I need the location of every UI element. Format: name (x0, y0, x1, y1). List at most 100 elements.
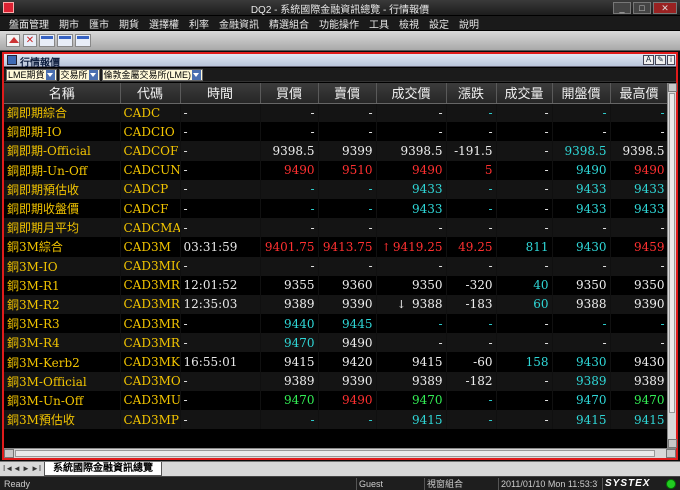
change-cell-value: - (488, 335, 493, 350)
hscroll-thumb[interactable] (15, 450, 655, 457)
table-row[interactable]: 銅3M-R1 CAD3MR112:01:52 9355 9360 9350 -320 40 9… (4, 275, 667, 295)
table-row[interactable]: 銅3M-IO CAD3MIO - - - - - - - - (4, 256, 667, 276)
row-time-cell-value: - (183, 374, 188, 389)
scroll-down-button[interactable] (668, 439, 677, 448)
window-layout-2-icon[interactable] (57, 34, 73, 47)
bid-cell-value: 9398.5 (272, 143, 315, 158)
exchange-type-select[interactable]: 交易所 (58, 68, 100, 81)
close-button[interactable]: ✕ (653, 2, 677, 14)
table-row[interactable]: 銅3M-R4CAD3MR4-94709490----- (4, 333, 667, 353)
table-row[interactable]: 銅即期-Un-Off CADCUN -9490 9510 9490 5-9490 9490 (4, 160, 667, 180)
last-tab-icon[interactable]: ►I (31, 464, 41, 473)
menu-view[interactable]: 檢視 (394, 16, 424, 31)
col-header-code[interactable]: 代碼 (120, 83, 181, 104)
table-row[interactable]: 銅3M-R3CAD3MR3-94409445----- (4, 314, 667, 334)
menu-settings[interactable]: 設定 (424, 16, 454, 31)
menu-rates[interactable]: 利率 (184, 16, 214, 31)
table-row[interactable]: 銅即期-IO CADCIO - - - - - - - - (4, 122, 667, 142)
window-controls: _ □ ✕ (613, 2, 677, 14)
table-row[interactable]: 銅3M-Un-OffCAD3MUN-947094909470--94709470 (4, 390, 667, 410)
horizontal-scrollbar[interactable] (4, 448, 676, 458)
bid-cell: - (260, 103, 319, 123)
volume-cell-value: 811 (525, 239, 549, 254)
last-cell: 9415 (376, 352, 447, 372)
home-icon[interactable] (6, 34, 20, 47)
menu-futures[interactable]: 期貨 (114, 16, 144, 31)
open-cell-value: 9433 (575, 201, 607, 216)
first-tab-icon[interactable]: I◄ (3, 464, 13, 473)
prev-tab-icon[interactable]: ◄ (13, 464, 21, 473)
col-header-ask[interactable]: 賣價 (318, 83, 377, 104)
open-cell: 9433 (552, 198, 611, 219)
market-select[interactable]: LME期貨 (6, 68, 57, 81)
close-window-icon[interactable]: ✕ (23, 34, 37, 47)
row-time-cell-value: 03:31:59 (183, 239, 238, 254)
menu-tools[interactable]: 工具 (364, 16, 394, 31)
volume-cell-value: - (544, 220, 549, 235)
bid-cell-value: 9389 (283, 297, 315, 312)
row-time-cell: - (180, 314, 261, 334)
window-layout-1-icon[interactable] (39, 34, 55, 47)
quote-panel: 行情報價 A ✎ i LME期貨 交易所 倫敦金屬交易所(LME) 名稱 代碼 … (2, 52, 678, 460)
col-header-bid[interactable]: 買價 (260, 83, 319, 104)
menu-options[interactable]: 選擇權 (144, 16, 184, 31)
next-tab-icon[interactable]: ► (22, 464, 30, 473)
ask-cell-value: - (368, 182, 373, 197)
bid-cell-value: 9440 (283, 316, 315, 331)
edit-icon[interactable]: ✎ (655, 55, 666, 65)
menu-fx[interactable]: 匯市 (84, 16, 114, 31)
table-row[interactable]: 銅3M-Kerb2 CAD3MK216:55:01 9415 9420 9415 -60 1… (4, 352, 667, 372)
maximize-button[interactable]: □ (633, 2, 651, 14)
info-icon[interactable]: i (667, 55, 675, 65)
table-row[interactable]: 銅即期收盤價 CADCF - - -9433- -9433 9433 (4, 198, 667, 219)
row-time-cell-value: - (183, 163, 188, 178)
change-cell-value: - (488, 259, 493, 274)
high-cell: - (610, 103, 667, 123)
col-header-open[interactable]: 開盤價 (552, 83, 611, 104)
table-row[interactable]: 銅即期預估收 CADCP - - -9433- -9433 9433 (4, 179, 667, 199)
last-cell: 9350 (376, 275, 447, 295)
table-row[interactable]: 銅3M綜合 CAD3M 03:31:59 9401.75 9413.75 ↑ 9419.25… (4, 237, 667, 257)
vertical-scrollbar[interactable] (667, 83, 677, 448)
minimize-button[interactable]: _ (613, 2, 631, 14)
font-size-button[interactable]: A (643, 55, 654, 65)
row-time-cell-value: - (183, 201, 188, 216)
high-cell: 9433 (610, 198, 667, 219)
col-header-high[interactable]: 最高價 (610, 83, 667, 104)
table-row[interactable]: 銅3M預估收 CAD3MP - - -9415- -9415 9415 (4, 410, 667, 430)
menu-stocks[interactable]: 期市 (54, 16, 84, 31)
table-row[interactable]: 銅3M-R2 CAD3MR212:35:03 9389 9390 ↓ 9388 -183 60… (4, 294, 667, 315)
menu-help[interactable]: 說明 (454, 16, 484, 31)
table-row[interactable]: 銅即期綜合 CADC - - - - - - - - (4, 103, 667, 123)
col-header-volume[interactable]: 成交量 (496, 83, 553, 104)
tab-overview[interactable]: 系統國際金融資訊總覽 (44, 462, 162, 476)
high-cell-value: 9389 (633, 374, 665, 389)
ask-cell-value: 9390 (341, 297, 373, 312)
last-cell: 9433 (376, 179, 447, 199)
col-header-name[interactable]: 名稱 (4, 83, 121, 104)
col-header-change[interactable]: 漲跌 (446, 83, 497, 104)
change-cell-value: -60 (473, 355, 493, 370)
row-time-cell-value: - (183, 335, 188, 350)
menu-financial-info[interactable]: 金融資訊 (214, 16, 264, 31)
table-row[interactable]: 銅3M-OfficialCAD3MOF-938993909389-182-938… (4, 371, 667, 391)
scroll-left-button[interactable] (4, 449, 14, 458)
window-layout-3-icon[interactable] (75, 34, 91, 47)
exchange-select[interactable]: 倫敦金屬交易所(LME) (101, 68, 204, 81)
open-cell: 9389 (552, 371, 611, 391)
row-code-cell: CAD3MIO (120, 256, 181, 276)
row-time-cell-value: - (183, 105, 188, 120)
menu-favorites[interactable]: 精選組合 (264, 16, 314, 31)
bid-cell-value: 9415 (283, 355, 315, 370)
scroll-right-button[interactable] (666, 449, 676, 458)
table-row[interactable]: 銅即期月平均 CADCMA - - - - - - - - (4, 218, 667, 238)
col-header-last[interactable]: 成交價 (376, 83, 447, 104)
scroll-thumb[interactable] (669, 93, 675, 413)
menu-functions[interactable]: 功能操作 (314, 16, 364, 31)
last-cell-value: 9415 (411, 412, 443, 427)
col-header-time[interactable]: 時間 (180, 83, 261, 104)
bid-cell: 9389 (260, 294, 319, 315)
menu-layout[interactable]: 盤面管理 (4, 16, 54, 31)
table-row[interactable]: 銅即期-Official CADCOF -9398.5 9399 9398.5 -191.… (4, 141, 667, 161)
scroll-up-button[interactable] (668, 83, 677, 92)
